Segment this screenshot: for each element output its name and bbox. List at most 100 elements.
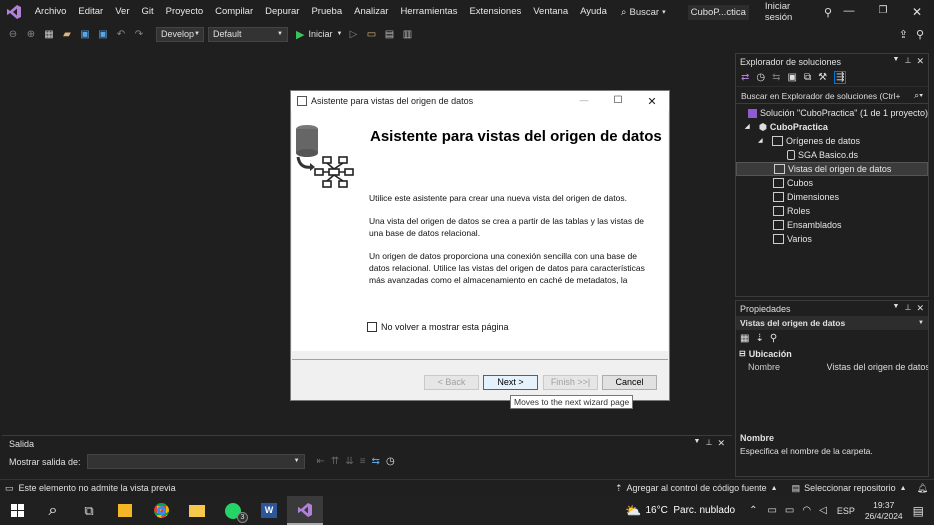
- add-source-control[interactable]: Agregar al control de código fuente: [627, 483, 767, 493]
- close-icon[interactable]: ✕: [635, 95, 669, 108]
- tree-dsv-folder[interactable]: Vistas del origen de datos: [736, 162, 928, 176]
- menu-editar[interactable]: Editar: [72, 0, 109, 24]
- next-message-icon[interactable]: ⇊: [345, 456, 353, 467]
- weather-icon[interactable]: ⛅: [625, 503, 641, 519]
- next-button[interactable]: Next >: [483, 375, 538, 390]
- whatsapp-icon[interactable]: 3: [215, 502, 251, 523]
- feedback-icon[interactable]: ⚲: [916, 28, 924, 41]
- menu-extensiones[interactable]: Extensiones: [463, 0, 527, 24]
- restore-icon[interactable]: ❐: [866, 5, 900, 19]
- alphabetical-icon[interactable]: ⇣: [755, 333, 763, 344]
- menu-proyecto[interactable]: Proyecto: [160, 0, 210, 24]
- menu-ventana[interactable]: Ventana: [527, 0, 574, 24]
- cancel-button[interactable]: Cancel: [602, 375, 657, 390]
- new-project-icon[interactable]: ▦: [42, 27, 56, 41]
- close-icon[interactable]: ✕: [916, 56, 924, 67]
- menu-compilar[interactable]: Compilar: [209, 0, 259, 24]
- search-box[interactable]: ⌕ Buscar ▾: [621, 7, 666, 18]
- word-icon[interactable]: W: [251, 503, 287, 518]
- chevron-down-icon[interactable]: ▼: [694, 438, 701, 449]
- start-without-debug-icon[interactable]: ▷: [346, 27, 360, 41]
- start-icon[interactable]: ▶: [296, 28, 304, 41]
- menu-git[interactable]: Git: [135, 0, 159, 24]
- weather-text[interactable]: 16°C Parc. nublado: [645, 505, 735, 516]
- prev-message-icon[interactable]: ⇈: [331, 456, 339, 467]
- menu-herramientas[interactable]: Herramientas: [394, 0, 463, 24]
- chevron-down-icon[interactable]: ▼: [893, 56, 900, 67]
- configuration-dropdown[interactable]: Develop ▼: [156, 26, 204, 42]
- chevron-down-icon[interactable]: ▼: [893, 303, 900, 314]
- pending-changes-icon[interactable]: ⇆: [772, 72, 780, 83]
- back-nav-icon[interactable]: ⊖: [6, 27, 20, 41]
- chevron-up-icon[interactable]: ⌃: [749, 505, 757, 516]
- preview-icon[interactable]: ⇶: [834, 71, 847, 84]
- save-icon[interactable]: ▣: [78, 27, 92, 41]
- undo-icon[interactable]: ↶: [114, 27, 128, 41]
- minimize-icon[interactable]: —: [567, 95, 601, 108]
- tree-project[interactable]: ◢ ⬢ CuboPractica: [736, 120, 928, 134]
- task-view-icon[interactable]: ⧉: [71, 503, 107, 519]
- property-row[interactable]: Nombre Vistas del origen de datos: [736, 360, 928, 373]
- menu-ayuda[interactable]: Ayuda: [574, 0, 613, 24]
- word-wrap-icon[interactable]: ⇆: [372, 456, 380, 467]
- dont-show-again-checkbox[interactable]: No volver a mostrar esta página: [367, 322, 509, 332]
- clock[interactable]: 19:37 26/4/2024: [865, 500, 903, 522]
- show-all-icon[interactable]: ⧉: [804, 72, 811, 83]
- tree-data-sources[interactable]: ◢ Orígenes de datos: [736, 134, 928, 148]
- notification-center-icon[interactable]: ▤: [913, 504, 924, 518]
- tree-folder-varios[interactable]: Varios: [736, 232, 928, 246]
- back-button[interactable]: < Back: [424, 375, 479, 390]
- maximize-icon[interactable]: ☐: [601, 95, 635, 108]
- volume-icon[interactable]: ◁: [819, 505, 827, 516]
- start-button[interactable]: Iniciar: [308, 29, 332, 39]
- menu-archivo[interactable]: Archivo: [29, 0, 73, 24]
- history-icon[interactable]: ◷: [756, 72, 765, 83]
- customize-icon[interactable]: ▥: [400, 27, 414, 41]
- find-message-icon[interactable]: ⇤: [317, 456, 325, 467]
- open-folder-icon[interactable]: ▰: [60, 27, 74, 41]
- chevron-up-icon[interactable]: ▲: [900, 485, 907, 492]
- chrome-icon[interactable]: [143, 503, 179, 518]
- output-source-dropdown[interactable]: ▼: [86, 454, 305, 469]
- save-all-icon[interactable]: ▣: [96, 27, 110, 41]
- tree-folder-dimensiones[interactable]: Dimensiones: [736, 190, 928, 204]
- search-icon[interactable]: ⌕: [35, 502, 71, 520]
- wifi-icon[interactable]: ◠: [802, 505, 811, 516]
- chevron-up-icon[interactable]: ▲: [771, 485, 778, 492]
- folder-icon[interactable]: ▭: [364, 27, 378, 41]
- forward-nav-icon[interactable]: ⊕: [24, 27, 38, 41]
- tree-folder-roles[interactable]: Roles: [736, 204, 928, 218]
- sign-in-link[interactable]: Iniciar sesión: [765, 1, 818, 23]
- minimize-icon[interactable]: —: [832, 5, 866, 19]
- file-explorer-icon[interactable]: [179, 504, 215, 517]
- sync-icon[interactable]: ⇄: [741, 72, 749, 83]
- close-icon[interactable]: ✕: [900, 5, 934, 19]
- pin-icon[interactable]: ⊥: [904, 56, 911, 67]
- categorized-icon[interactable]: ▦: [740, 333, 749, 344]
- battery-icon[interactable]: ▭: [785, 505, 794, 516]
- platform-dropdown[interactable]: Default ▼: [208, 26, 288, 42]
- clear-icon[interactable]: ≡: [360, 456, 366, 467]
- visual-studio-taskbar-icon[interactable]: [287, 496, 323, 525]
- tree-ds-file[interactable]: SGA Basico.ds: [736, 148, 928, 162]
- pin-icon[interactable]: ⊥: [904, 303, 911, 314]
- collapse-icon[interactable]: ⊟: [739, 347, 746, 361]
- menu-prueba[interactable]: Prueba: [305, 0, 348, 24]
- visual-studio-logo[interactable]: [0, 0, 29, 24]
- clock-icon[interactable]: ◷: [386, 456, 395, 467]
- properties-object-selector[interactable]: Vistas del origen de datos ▼: [736, 316, 928, 330]
- property-pages-icon[interactable]: ⚲: [770, 333, 777, 344]
- tree-solution[interactable]: Solución "CuboPractica" (1 de 1 proyecto…: [736, 106, 928, 120]
- checkbox-box[interactable]: [367, 322, 377, 332]
- menu-depurar[interactable]: Depurar: [259, 0, 305, 24]
- tray-icon[interactable]: ▭: [767, 505, 776, 516]
- redo-icon[interactable]: ↷: [132, 27, 146, 41]
- expand-icon[interactable]: ◢: [758, 134, 772, 148]
- property-category[interactable]: ⊟ Ubicación: [736, 347, 928, 360]
- windows-start-icon[interactable]: [0, 504, 35, 517]
- notifications-icon[interactable]: 🔔︎: [917, 483, 928, 494]
- solution-search[interactable]: Buscar en Explorador de soluciones (Ctrl…: [736, 88, 928, 104]
- tree-folder-ensamblados[interactable]: Ensamblados: [736, 218, 928, 232]
- menu-analizar[interactable]: Analizar: [348, 0, 394, 24]
- select-repository[interactable]: Seleccionar repositorio: [804, 483, 896, 493]
